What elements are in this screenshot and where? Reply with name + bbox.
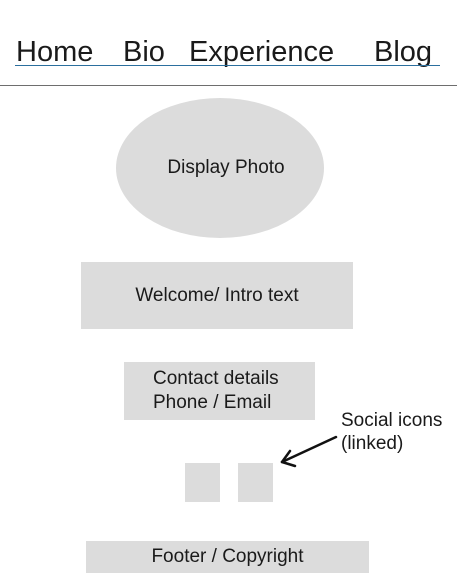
arrow-icon bbox=[280, 435, 338, 468]
contact-details-label: Contact details bbox=[153, 368, 279, 389]
social-icons-annotation: Social icons (linked) bbox=[341, 409, 442, 455]
intro-text-label: Welcome/ Intro text bbox=[135, 284, 299, 306]
footer-label: Footer / Copyright bbox=[151, 546, 304, 567]
social-icon-link-2[interactable] bbox=[238, 463, 273, 502]
nav-underline bbox=[15, 65, 440, 66]
footer: Footer / Copyright bbox=[86, 541, 369, 573]
social-icon-link-1[interactable] bbox=[185, 463, 220, 502]
display-photo-label: Display Photo bbox=[167, 157, 285, 178]
display-photo-placeholder: Display Photo bbox=[116, 98, 324, 238]
social-icons-annotation-line2: (linked) bbox=[341, 433, 404, 454]
contact-phone-email-label: Phone / Email bbox=[153, 392, 272, 413]
header-divider bbox=[0, 85, 457, 86]
contact-details-placeholder: Contact details Phone / Email bbox=[124, 362, 315, 420]
social-icons-annotation-line1: Social icons bbox=[341, 410, 443, 431]
intro-text-placeholder: Welcome/ Intro text bbox=[81, 262, 353, 329]
